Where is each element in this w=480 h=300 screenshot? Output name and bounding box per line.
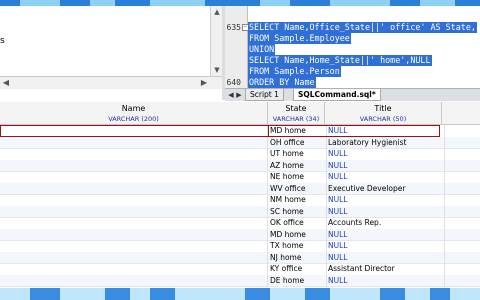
cell-title[interactable]: NULL bbox=[325, 274, 445, 286]
cell-title[interactable]: Laboratory Hygienist bbox=[325, 136, 445, 148]
code-line[interactable]: 640 ORDER BY Name bbox=[225, 77, 480, 88]
tab-script-1[interactable]: Script 1 bbox=[245, 89, 284, 101]
column-name: Title bbox=[374, 104, 392, 113]
tab-scroll-right-icon[interactable]: ▶ bbox=[235, 90, 243, 100]
cell-state[interactable]: NM home bbox=[268, 194, 327, 206]
object-browser-horizontal-scrollbar[interactable]: ◀ ▶ bbox=[0, 76, 222, 89]
results-grid[interactable]: Name VARCHAR (200) State VARCHAR (34) Ti… bbox=[0, 102, 480, 300]
cell-name[interactable] bbox=[0, 194, 268, 206]
cell-state[interactable]: WV office bbox=[268, 182, 327, 194]
tree-item-text: s bbox=[0, 36, 5, 46]
cell-state[interactable]: DE home bbox=[268, 274, 327, 286]
column-name: State bbox=[285, 104, 307, 113]
code-line[interactable]: SELECT Name,Home_State||' home',NULL bbox=[225, 55, 480, 66]
cell-state[interactable]: AZ home bbox=[268, 159, 327, 171]
cell-state[interactable]: OK office bbox=[268, 217, 327, 229]
cell-title[interactable]: NULL bbox=[325, 228, 445, 240]
cell-state[interactable]: NJ home bbox=[268, 251, 327, 263]
column-header-title[interactable]: Title VARCHAR (50) bbox=[325, 102, 442, 124]
cell-name[interactable] bbox=[0, 240, 268, 252]
code-text: ORDER BY Name bbox=[248, 77, 316, 88]
cell-title[interactable]: NULL bbox=[325, 205, 445, 217]
code-line[interactable]: 635 − SELECT Name,Office_State||' office… bbox=[225, 22, 480, 33]
sql-editor[interactable]: 635 − SELECT Name,Office_State||' office… bbox=[225, 6, 480, 88]
cell-title[interactable]: NULL bbox=[325, 171, 445, 183]
cell-name[interactable] bbox=[0, 136, 268, 148]
code-text: FROM Sample.Employee bbox=[248, 33, 351, 44]
cell-title[interactable]: NULL bbox=[325, 251, 445, 263]
column-name: Name bbox=[121, 104, 146, 113]
grid-body: MD home NULL OH office Laboratory Hygien… bbox=[0, 125, 480, 300]
cell-title[interactable]: NULL bbox=[325, 148, 445, 160]
code-text: FROM Sample.Person bbox=[248, 66, 341, 77]
line-number: 635 bbox=[226, 23, 241, 32]
object-browser-panel[interactable]: s bbox=[0, 6, 223, 76]
cell-title[interactable]: Assistant Director bbox=[325, 263, 445, 275]
table-row[interactable]: DE home NULL bbox=[0, 274, 480, 287]
cell-name[interactable] bbox=[0, 263, 268, 275]
cell-state[interactable]: MD home bbox=[268, 125, 327, 137]
cell-state[interactable]: OH office bbox=[268, 136, 327, 148]
column-header-name[interactable]: Name VARCHAR (200) bbox=[0, 102, 268, 124]
cell-name[interactable] bbox=[0, 251, 268, 263]
cell-name[interactable] bbox=[0, 171, 268, 183]
cell-name[interactable] bbox=[0, 274, 268, 286]
cell-name[interactable] bbox=[0, 205, 268, 217]
code-text: UNION bbox=[248, 44, 276, 55]
cell-title[interactable]: NULL bbox=[325, 125, 445, 137]
code-line[interactable]: UNION bbox=[225, 44, 480, 55]
code-line[interactable]: FROM Sample.Person bbox=[225, 66, 480, 77]
scroll-right-arrow-icon[interactable]: ▶ bbox=[198, 77, 210, 89]
tab-scroll-left-icon[interactable]: ◀ bbox=[227, 90, 235, 100]
cell-state[interactable]: NE home bbox=[268, 171, 327, 183]
cell-state[interactable]: TX home bbox=[268, 240, 327, 252]
grid-header: Name VARCHAR (200) State VARCHAR (34) Ti… bbox=[0, 102, 480, 125]
scroll-left-arrow-icon[interactable]: ◀ bbox=[0, 77, 12, 89]
editor-tab-bar: ◀ ▶ Script 1 SQLCommand.sql* bbox=[225, 88, 480, 101]
column-type: VARCHAR (34) bbox=[272, 115, 320, 123]
column-type: VARCHAR (50) bbox=[359, 115, 407, 123]
column-header-state[interactable]: State VARCHAR (34) bbox=[268, 102, 325, 124]
cell-title[interactable]: NULL bbox=[325, 194, 445, 206]
cell-name[interactable] bbox=[0, 125, 268, 137]
tab-sqlcommand[interactable]: SQLCommand.sql* bbox=[293, 89, 381, 101]
cell-name[interactable] bbox=[0, 217, 268, 229]
cell-title[interactable]: Executive Developer bbox=[325, 182, 445, 194]
cell-state[interactable]: UT home bbox=[268, 148, 327, 160]
cell-state[interactable]: MD home bbox=[268, 228, 327, 240]
column-type: VARCHAR (200) bbox=[108, 115, 159, 123]
cell-state[interactable]: KY office bbox=[268, 263, 327, 275]
cell-title[interactable]: NULL bbox=[325, 159, 445, 171]
line-number: 640 bbox=[226, 78, 241, 87]
code-line[interactable]: FROM Sample.Employee bbox=[225, 33, 480, 44]
cell-title[interactable]: NULL bbox=[325, 240, 445, 252]
cell-state[interactable]: SC home bbox=[268, 205, 327, 217]
cell-title[interactable]: Accounts Rep. bbox=[325, 217, 445, 229]
bottom-banner-strip bbox=[0, 288, 480, 300]
cell-name[interactable] bbox=[0, 228, 268, 240]
code-text: SELECT Name,Office_State||' office' AS S… bbox=[248, 22, 477, 33]
code-text: SELECT Name,Home_State||' home',NULL bbox=[248, 55, 432, 66]
cell-name[interactable] bbox=[0, 148, 268, 160]
cell-name[interactable] bbox=[0, 159, 268, 171]
cell-name[interactable] bbox=[0, 182, 268, 194]
